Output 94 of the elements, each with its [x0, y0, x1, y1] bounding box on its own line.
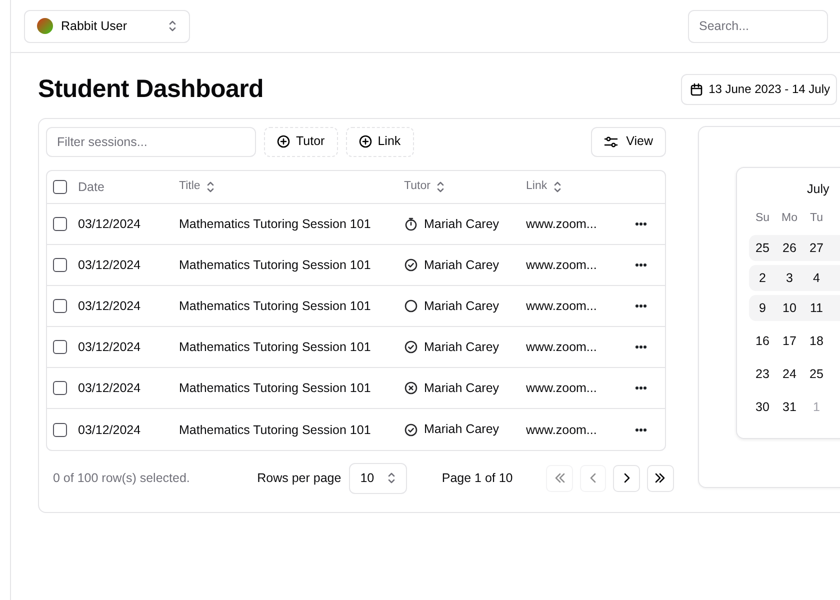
view-button[interactable]: View	[591, 126, 666, 156]
table-cell: 03/12/2024	[78, 422, 141, 437]
more-button[interactable]	[635, 386, 647, 390]
selection-status: 0 of 100 row(s) selected.	[52, 470, 191, 487]
month-title: July	[806, 181, 830, 198]
chevrons-icon	[386, 472, 396, 484]
table-cell: Mathematics Tutoring Session 101	[179, 299, 371, 314]
page-title: Student Dashboard	[38, 74, 264, 104]
ellipsis-icon	[635, 263, 647, 267]
table-cell: 03/12/2024	[78, 299, 141, 314]
calendar-icon	[690, 82, 703, 96]
calendar-day[interactable]: 2	[749, 268, 776, 288]
table-cell: www.zoom...	[526, 217, 597, 232]
table-cell-text: Mariah Carey	[424, 380, 500, 397]
next-page-button[interactable]	[613, 464, 640, 492]
table-cell: Mathematics Tutoring Session 101	[179, 381, 371, 396]
table-cell: Mathematics Tutoring Session 101	[179, 340, 371, 354]
calendar-day[interactable]: 11	[803, 298, 830, 318]
rows-per-page-select[interactable]: 10	[349, 462, 407, 494]
sort-icon	[553, 181, 562, 193]
more-button[interactable]	[635, 428, 647, 432]
weekday-label: Su	[754, 211, 771, 226]
row-checkbox[interactable]	[53, 258, 67, 272]
table-cell: www.zoom...	[526, 258, 597, 272]
row-checkbox[interactable]	[53, 422, 67, 436]
table-cell-text: Mariah Carey	[424, 421, 500, 438]
table-cell: www.zoom...	[526, 340, 597, 354]
more-button[interactable]	[635, 304, 647, 308]
sort-icon	[206, 181, 216, 193]
filter-field[interactable]: Filter sessions...	[46, 126, 256, 156]
calendar-day[interactable]: 18	[803, 332, 830, 351]
calendar-day[interactable]: 30	[749, 398, 776, 417]
search-field[interactable]: Search...	[688, 10, 828, 42]
plus-circle-icon	[358, 135, 372, 148]
table-cell-text: Mariah Carey	[424, 216, 500, 233]
calendar-day[interactable]: 17	[776, 332, 803, 351]
avatar-icon	[37, 18, 53, 34]
row-checkbox[interactable]	[53, 299, 67, 313]
calendar-day[interactable]: 26	[776, 238, 803, 258]
ellipsis-icon	[635, 386, 647, 390]
table-cell-text: Mariah Carey	[424, 256, 500, 274]
page-indicator: Page 1 of 10	[442, 470, 514, 487]
row-checkbox[interactable]	[53, 381, 67, 395]
table-cell: Mathematics Tutoring Session 101	[179, 258, 371, 272]
date-range-button[interactable]: 13 June 2023 - 14 July	[680, 74, 837, 104]
sliders-icon	[604, 136, 618, 148]
weekday-label: Mo	[780, 211, 798, 226]
more-button[interactable]	[635, 222, 647, 226]
calendar-day[interactable]: 25	[803, 365, 830, 384]
calendar-day[interactable]: 27	[803, 238, 830, 258]
calendar-day[interactable]: 24	[776, 365, 803, 384]
column-header: Date	[78, 178, 104, 196]
table-cell: 03/12/2024	[78, 258, 141, 272]
filter-button[interactable]: Link	[346, 126, 414, 156]
calendar-day[interactable]: 10	[776, 298, 803, 318]
user-switcher[interactable]: Rabbit User	[24, 10, 190, 42]
first-page-icon	[553, 472, 566, 484]
filter-button[interactable]: Tutor	[264, 126, 338, 156]
calendar-day[interactable]: 16	[749, 332, 776, 351]
table-cell: 03/12/2024	[78, 340, 141, 354]
ellipsis-icon	[635, 222, 647, 226]
calendar-day[interactable]: 25	[749, 238, 776, 258]
column-header: Title	[179, 179, 200, 194]
table-cell: www.zoom...	[526, 381, 597, 396]
weekday-label: Tu	[809, 211, 824, 226]
table-cell: 03/12/2024	[78, 217, 141, 232]
row-checkbox[interactable]	[53, 340, 67, 354]
ellipsis-icon	[635, 345, 647, 349]
more-button[interactable]	[635, 345, 647, 349]
table-cell: www.zoom...	[526, 422, 597, 437]
more-button[interactable]	[635, 263, 647, 267]
rows-per-page-label: Rows per page	[257, 470, 342, 487]
last-page-button[interactable]	[647, 464, 674, 492]
calendar-day[interactable]: 9	[749, 298, 776, 318]
calendar-day[interactable]: 31	[776, 398, 803, 417]
calendar-day[interactable]: 3	[776, 268, 803, 288]
plus-circle-icon	[277, 135, 290, 148]
last-page-icon	[654, 472, 667, 484]
calendar-day[interactable]: 4	[803, 268, 830, 288]
table-cell: 03/12/2024	[78, 381, 141, 396]
ellipsis-icon	[635, 304, 647, 308]
table-cell-text: Mariah Carey	[424, 338, 500, 356]
calendar-day[interactable]: 23	[749, 365, 776, 384]
table-cell: Mathematics Tutoring Session 101	[179, 217, 371, 232]
ellipsis-icon	[635, 428, 647, 432]
sort-icon	[436, 181, 446, 193]
chevrons-icon	[168, 20, 177, 32]
table-cell-text: Mariah Carey	[424, 298, 500, 315]
table-cell: www.zoom...	[526, 299, 597, 314]
select-all-checkbox[interactable]	[53, 180, 67, 194]
column-header: Tutor	[404, 179, 430, 194]
column-header: Link	[526, 179, 548, 194]
row-checkbox[interactable]	[53, 217, 67, 231]
table-cell: Mathematics Tutoring Session 101	[179, 422, 371, 437]
